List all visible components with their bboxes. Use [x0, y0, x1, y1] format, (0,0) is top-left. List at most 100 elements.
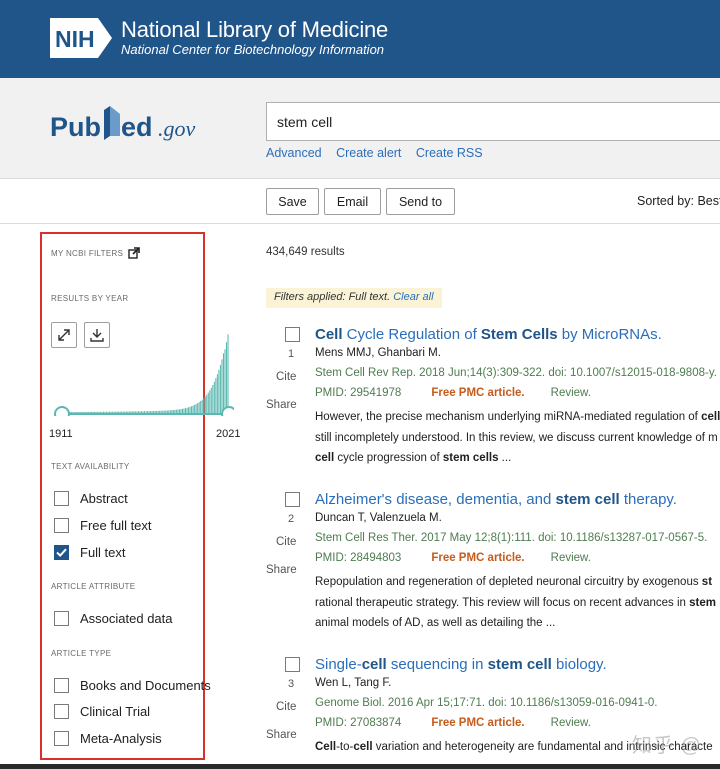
text-segment: Repopulation and regeneration of deplete… [315, 576, 702, 588]
pubmed-logo[interactable]: Pub ed .gov [48, 100, 208, 146]
filters-applied-text: Filters applied: Full text. [274, 291, 391, 303]
histogram-bar [74, 411, 76, 413]
histogram-bar [188, 407, 190, 413]
abstract-checkbox[interactable] [54, 491, 69, 506]
histogram-bar [102, 411, 105, 413]
result-authors: Mens MMJ, Ghanbari M. [315, 347, 441, 359]
filters-applied-bar: Filters applied: Full text. Clear all [266, 288, 442, 308]
text-segment: rational therapeutic strategy. This revi… [315, 596, 690, 609]
histogram-bar [104, 411, 106, 413]
bottom-bar [0, 764, 720, 769]
histogram-bar [186, 407, 188, 413]
search-input[interactable] [266, 102, 720, 141]
histogram-bar [209, 390, 211, 413]
histogram-bar [218, 369, 220, 413]
filter-label[interactable]: Books and Documents [80, 678, 211, 693]
histogram-bar [101, 411, 103, 413]
histogram-bar [133, 411, 135, 413]
histogram-bar [207, 392, 209, 413]
histogram-bar [180, 409, 182, 413]
histogram-bar [115, 411, 117, 413]
histogram-bar [145, 411, 147, 413]
result-checkbox[interactable] [285, 327, 300, 342]
clear-all-link[interactable]: Clear all [393, 291, 433, 303]
share-button[interactable]: Share [266, 399, 297, 411]
histogram-bar [127, 411, 129, 413]
my-ncbi-filters-heading[interactable]: MY NCBI FILTERS [51, 249, 123, 258]
year-end-handle[interactable] [221, 406, 234, 416]
year-start-handle[interactable] [54, 406, 70, 416]
histogram-bar [169, 410, 171, 413]
cite-button[interactable]: Cite [276, 701, 296, 713]
filter-label[interactable]: Free full text [80, 518, 152, 533]
histogram-bar [143, 411, 146, 413]
result-title-link[interactable]: Alzheimer's disease, dementia, and stem … [315, 491, 677, 508]
filter-label[interactable]: Clinical Trial [80, 704, 150, 719]
nih-title[interactable]: National Library of Medicine [121, 17, 388, 43]
sort-selector[interactable]: Sorted by: Best m [637, 194, 720, 208]
result-pmid: PMID: 27083874 [315, 717, 402, 729]
clinical-trial-checkbox[interactable] [54, 704, 69, 719]
result-checkbox[interactable] [285, 492, 300, 507]
histogram-bar [192, 405, 194, 413]
associated-data-checkbox[interactable] [54, 611, 69, 626]
snippet-line: rational therapeutic strategy. This revi… [315, 593, 720, 614]
email-button[interactable]: Email [324, 188, 381, 215]
histogram-bar [222, 353, 224, 413]
cite-button[interactable]: Cite [276, 371, 296, 383]
histogram-bar [166, 410, 168, 413]
external-link-icon[interactable] [128, 247, 140, 259]
histogram-bar [151, 411, 153, 413]
histogram-bar [165, 410, 167, 413]
result-title-link[interactable]: Cell Cycle Regulation of Stem Cells by M… [315, 326, 662, 343]
meta-analysis-checkbox[interactable] [54, 731, 69, 746]
result-snippet: Repopulation and regeneration of deplete… [315, 572, 720, 634]
histogram-bar [183, 408, 185, 413]
share-button[interactable]: Share [266, 564, 297, 576]
highlight-term: cell [361, 656, 387, 673]
nih-logo[interactable]: NIH [50, 18, 112, 58]
histogram-bar [160, 410, 162, 413]
text-segment: However, the precise mechanism underlyin… [315, 411, 702, 423]
save-button[interactable]: Save [266, 188, 319, 215]
send-to-button[interactable]: Send to [386, 188, 455, 215]
text-segment: therapy. [619, 491, 677, 508]
histogram-bar [198, 402, 200, 413]
year-start-label: 1911 [49, 428, 73, 440]
results-by-year-histogram[interactable] [50, 320, 234, 416]
filter-label[interactable]: Meta-Analysis [80, 731, 162, 746]
histogram-bar [203, 398, 205, 413]
histogram-bar [121, 411, 123, 413]
books-and-documents-checkbox[interactable] [54, 678, 69, 693]
highlight-term: Cell [315, 741, 337, 753]
histogram-bar [177, 409, 179, 413]
filter-label[interactable]: Associated data [80, 611, 173, 626]
text-segment: sequencing in [386, 656, 488, 673]
result-checkbox[interactable] [285, 657, 300, 672]
histogram-bar [150, 411, 152, 413]
histogram-bar [75, 411, 77, 413]
cite-button[interactable]: Cite [276, 536, 296, 548]
filter-label[interactable]: Abstract [80, 491, 128, 506]
filter-label[interactable]: Full text [80, 545, 126, 560]
histogram-bar [130, 411, 132, 413]
create-rss-link[interactable]: Create RSS [416, 146, 483, 160]
full-text-checkbox[interactable] [54, 545, 69, 560]
nih-subtitle: National Center for Biotechnology Inform… [121, 42, 385, 57]
search-links: Advanced Create alert Create RSS [266, 146, 494, 160]
histogram-bar [140, 411, 143, 413]
histogram-bar [112, 411, 114, 413]
text-segment: biology. [551, 656, 607, 673]
text-segment: still incompletely understood. In this r… [315, 431, 718, 444]
free-full-text-checkbox[interactable] [54, 518, 69, 533]
histogram-bar [116, 411, 118, 413]
histogram-bar [224, 349, 226, 413]
result-title-link[interactable]: Single-cell sequencing in stem cell biol… [315, 656, 607, 673]
svg-text:Pub: Pub [50, 112, 101, 142]
histogram-bar [157, 410, 159, 413]
histogram-bar [83, 411, 85, 413]
nih-banner: NIH National Library of Medicine Nationa… [0, 0, 720, 78]
create-alert-link[interactable]: Create alert [336, 146, 401, 160]
advanced-link[interactable]: Advanced [266, 146, 322, 160]
share-button[interactable]: Share [266, 729, 297, 741]
